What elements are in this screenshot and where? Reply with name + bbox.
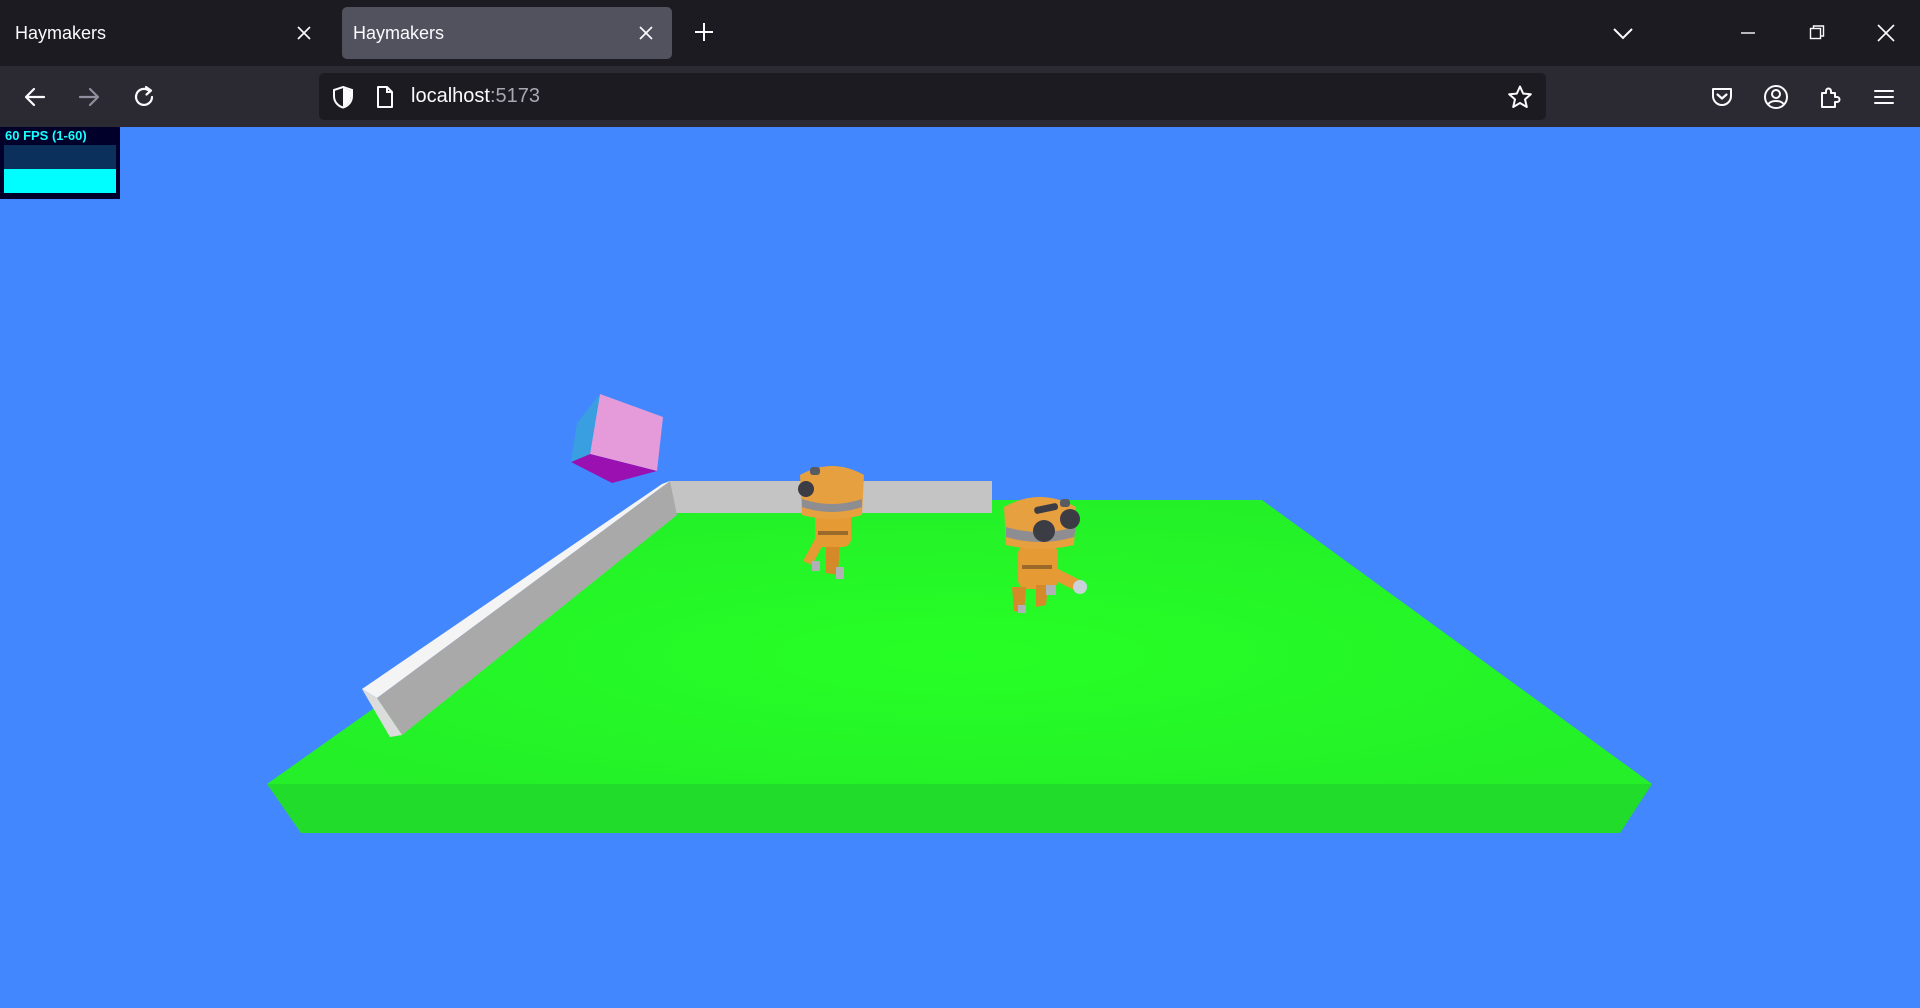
url-port: :5173 [489,85,540,107]
reload-button[interactable] [126,79,162,115]
game-canvas[interactable]: 60 FPS (1-60) [0,127,1920,1008]
address-bar[interactable]: localhost:5173 [319,73,1546,120]
extensions-button[interactable] [1812,79,1848,115]
reload-icon [134,85,154,106]
tab-haymakers-1[interactable]: Haymakers [0,7,330,59]
tab-title: Haymakers [15,22,107,43]
game-scene [267,394,1652,833]
tab-title: Haymakers [353,22,445,43]
arrow-right-icon [78,87,100,107]
url-text[interactable]: localhost:5173 [411,85,540,108]
plus-icon [695,23,713,41]
fps-label: 60 FPS (1-60) [5,128,87,143]
hamburger-icon [1874,90,1894,104]
forward-button[interactable] [71,79,107,115]
floating-cube [571,394,663,483]
fps-bar [4,169,116,193]
arrow-left-icon [24,87,46,107]
url-host: localhost [411,85,490,107]
pocket-icon [1712,88,1732,106]
star-icon[interactable] [1507,84,1533,110]
pocket-button[interactable] [1704,79,1740,115]
restore-button[interactable] [1794,12,1840,54]
minimize-button[interactable] [1725,12,1771,54]
back-button[interactable] [17,79,53,115]
minimize-icon [1741,32,1755,34]
account-icon [1764,85,1788,109]
menu-button[interactable] [1866,79,1902,115]
tab-strip: Haymakers Haymakers [0,0,1920,66]
fps-stats-panel[interactable]: 60 FPS (1-60) [0,127,120,199]
navigation-toolbar: localhost:5173 [0,66,1920,127]
puzzle-icon [1821,87,1841,108]
close-icon[interactable] [634,21,658,45]
close-icon[interactable] [292,21,316,45]
shield-icon[interactable] [330,84,356,110]
tab-list-button[interactable] [1608,18,1638,48]
restore-icon [1809,25,1825,40]
chevron-down-icon [1613,28,1633,40]
fps-graph [4,145,116,193]
page-icon[interactable] [372,84,398,110]
account-button[interactable] [1758,79,1794,115]
tab-haymakers-2[interactable]: Haymakers [342,7,672,59]
close-icon [1877,24,1895,42]
new-tab-button[interactable] [689,17,719,47]
close-window-button[interactable] [1863,12,1909,54]
